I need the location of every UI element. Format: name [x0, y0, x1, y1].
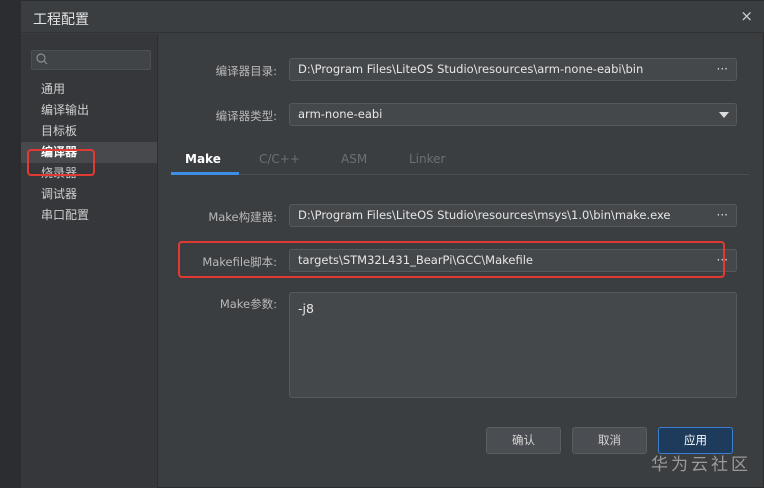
make-builder-label: Make构建器:: [208, 210, 277, 224]
sidebar-item-build-output[interactable]: 编译输出: [21, 100, 157, 121]
build-tabs: Make C/C++ ASM Linker: [171, 149, 749, 175]
make-builder-field[interactable]: D:\Program Files\LiteOS Studio\resources…: [289, 204, 737, 227]
sidebar-item-burner[interactable]: 烧录器: [21, 163, 157, 184]
compiler-type-label: 编译器类型:: [215, 109, 277, 123]
tab-asm[interactable]: ASM: [341, 152, 367, 166]
tab-make[interactable]: Make: [185, 152, 221, 166]
makefile-field[interactable]: targets\STM32L431_BearPi\GCC\Makefile ··…: [289, 249, 737, 272]
cancel-button[interactable]: 取消: [572, 427, 647, 454]
project-config-dialog: 工程配置 × 通用 编译输出 目标板 编译器 烧录器 调试器 串口配置 编译器目…: [20, 0, 764, 488]
sidebar-nav: 通用 编译输出 目标板 编译器 烧录器 调试器 串口配置: [21, 79, 157, 226]
sidebar-item-general[interactable]: 通用: [21, 79, 157, 100]
search-icon: [36, 53, 48, 65]
watermark: 华为云社区: [651, 455, 751, 475]
sidebar-item-target-board[interactable]: 目标板: [21, 121, 157, 142]
dialog-title: 工程配置: [33, 12, 89, 28]
tab-c-cpp[interactable]: C/C++: [259, 152, 300, 166]
chevron-down-icon: [719, 112, 729, 118]
compiler-dir-label: 编译器目录:: [215, 64, 277, 78]
tab-linker[interactable]: Linker: [409, 152, 445, 166]
makefile-label: Makefile脚本:: [202, 255, 277, 269]
sidebar-item-debugger[interactable]: 调试器: [21, 184, 157, 205]
sidebar-item-compiler[interactable]: 编译器: [21, 142, 157, 163]
search-input[interactable]: [31, 50, 151, 70]
compiler-type-select[interactable]: arm-none-eabi: [289, 103, 737, 126]
close-icon[interactable]: ×: [740, 7, 753, 25]
compiler-settings-panel: 编译器目录: D:\Program Files\LiteOS Studio\re…: [159, 34, 764, 488]
confirm-button[interactable]: 确认: [486, 427, 561, 454]
title-bar: 工程配置 ×: [21, 1, 764, 33]
active-tab-indicator: [171, 172, 239, 175]
browse-icon[interactable]: ···: [717, 205, 728, 226]
sidebar: 通用 编译输出 目标板 编译器 烧录器 调试器 串口配置: [21, 34, 158, 488]
make-params-label: Make参数:: [219, 297, 277, 311]
compiler-dir-field[interactable]: D:\Program Files\LiteOS Studio\resources…: [289, 58, 737, 81]
browse-icon[interactable]: ···: [717, 59, 728, 80]
make-params-textarea[interactable]: -j8: [289, 292, 737, 398]
browse-icon[interactable]: ···: [717, 250, 728, 271]
sidebar-item-serial-config[interactable]: 串口配置: [21, 205, 157, 226]
